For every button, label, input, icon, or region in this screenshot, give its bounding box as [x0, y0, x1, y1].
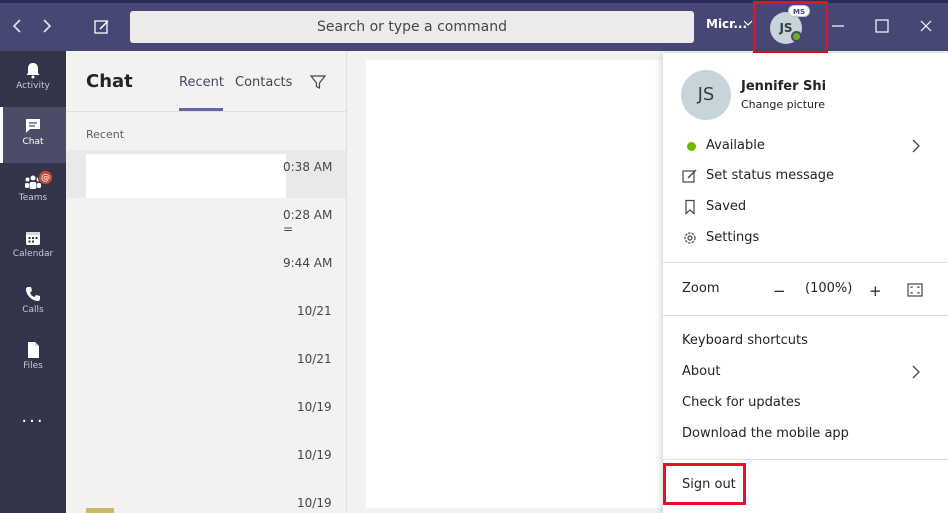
rail-item-calendar[interactable]: Calendar [0, 219, 66, 275]
edit-icon [682, 169, 697, 183]
chevron-down-icon[interactable] [743, 18, 753, 31]
timestamp: 0:38 AM [283, 160, 333, 174]
rail-label: Calls [22, 305, 44, 315]
menu-item-label: Settings [706, 230, 760, 245]
menu-item-label: Keyboard shortcuts [682, 333, 808, 348]
minimize-icon[interactable] [826, 14, 850, 38]
rail-item-calls[interactable]: Calls [0, 275, 66, 331]
list-item[interactable]: 10/21 [66, 342, 346, 390]
timestamp: 10/19 [297, 496, 332, 510]
list-item[interactable]: 10/21 [66, 294, 346, 342]
search-input[interactable]: Search or type a command [130, 11, 694, 43]
rail-item-files[interactable]: Files [0, 331, 66, 387]
chat-icon [26, 119, 40, 133]
title-bar: Search or type a command Micr... JS MS [0, 0, 948, 54]
gear-icon [684, 232, 696, 244]
timestamp: 10/21 [297, 352, 332, 366]
zoom-in-button[interactable]: + [869, 282, 882, 300]
app-bar: Activity Chat Teams @ Calendar Calls Fil… [0, 51, 66, 513]
divider [663, 262, 948, 263]
tab-recent[interactable]: Recent [179, 75, 224, 90]
avatar [86, 508, 114, 513]
phone-icon [26, 287, 40, 301]
menu-item-label: Download the mobile app [682, 426, 849, 441]
status-available-icon [687, 142, 696, 151]
filter-icon[interactable] [309, 73, 327, 91]
chevron-right-icon[interactable] [36, 16, 56, 38]
file-icon [28, 342, 39, 358]
highlight-box [753, 1, 828, 54]
rail-label: Activity [16, 81, 50, 91]
timestamp: 10/21 [297, 304, 332, 318]
highlight-box [663, 463, 746, 505]
compose-icon[interactable] [92, 17, 112, 37]
conversation-preview [86, 154, 286, 198]
zoom-out-button[interactable]: − [773, 282, 786, 300]
menu-item-label: Set status message [706, 168, 834, 183]
conversation-area [366, 60, 666, 508]
close-icon[interactable] [914, 14, 938, 38]
zoom-value: (100%) [805, 281, 853, 296]
list-item[interactable]: 10/19 [66, 438, 346, 486]
rail-label: Calendar [12, 249, 54, 259]
maximize-icon[interactable] [870, 14, 894, 38]
section-label: Recent [86, 128, 125, 141]
list-item[interactable]: 0:28 AM = [66, 198, 346, 246]
rail-label: Teams [18, 193, 48, 203]
timestamp: 9:44 AM [283, 256, 333, 270]
avatar[interactable]: JS [681, 70, 731, 120]
chevron-right-icon [912, 139, 920, 153]
preview-text: = [283, 222, 294, 236]
divider [66, 111, 346, 112]
rail-label: Files [23, 361, 43, 371]
menu-item-label: Saved [706, 199, 747, 214]
divider [663, 315, 948, 316]
chat-list-pane: Chat Recent Contacts Recent 0:38 AM 0:28… [66, 51, 347, 513]
rail-item-chat[interactable]: Chat [0, 107, 66, 163]
tab-contacts[interactable]: Contacts [235, 75, 292, 90]
menu-item-label: Available [706, 138, 765, 153]
more-apps-icon[interactable]: ... [0, 406, 66, 427]
list-item[interactable]: 10/19 [66, 390, 346, 438]
page-title: Chat [86, 71, 133, 92]
about-menu-item[interactable]: About [682, 362, 932, 382]
calendar-icon [26, 232, 40, 245]
chevron-left-icon[interactable] [8, 16, 28, 38]
bell-icon [26, 63, 40, 79]
list-item[interactable]: 9:44 AM [66, 246, 346, 294]
mention-badge: @ [38, 170, 53, 185]
bookmark-icon [685, 199, 695, 215]
zoom-text: Zoom [682, 281, 720, 296]
rail-label: Chat [22, 137, 44, 147]
menu-item-label: Check for updates [682, 395, 801, 410]
menu-item-label: About [682, 364, 721, 379]
timestamp: 0:28 AM [283, 208, 333, 222]
timestamp: 10/19 [297, 448, 332, 462]
rail-item-activity[interactable]: Activity [0, 51, 66, 107]
status-menu-item[interactable]: Available [682, 136, 932, 156]
fit-to-screen-icon[interactable] [907, 282, 923, 297]
org-switcher[interactable]: Micr... [706, 17, 747, 31]
chevron-right-icon [912, 365, 920, 379]
user-name: Jennifer Shi [741, 79, 827, 94]
change-picture-link[interactable]: Change picture [741, 98, 825, 111]
divider [663, 459, 948, 460]
list-item[interactable]: 0:38 AM [66, 150, 346, 198]
timestamp: 10/19 [297, 400, 332, 414]
rail-item-teams[interactable]: Teams @ [0, 163, 66, 219]
